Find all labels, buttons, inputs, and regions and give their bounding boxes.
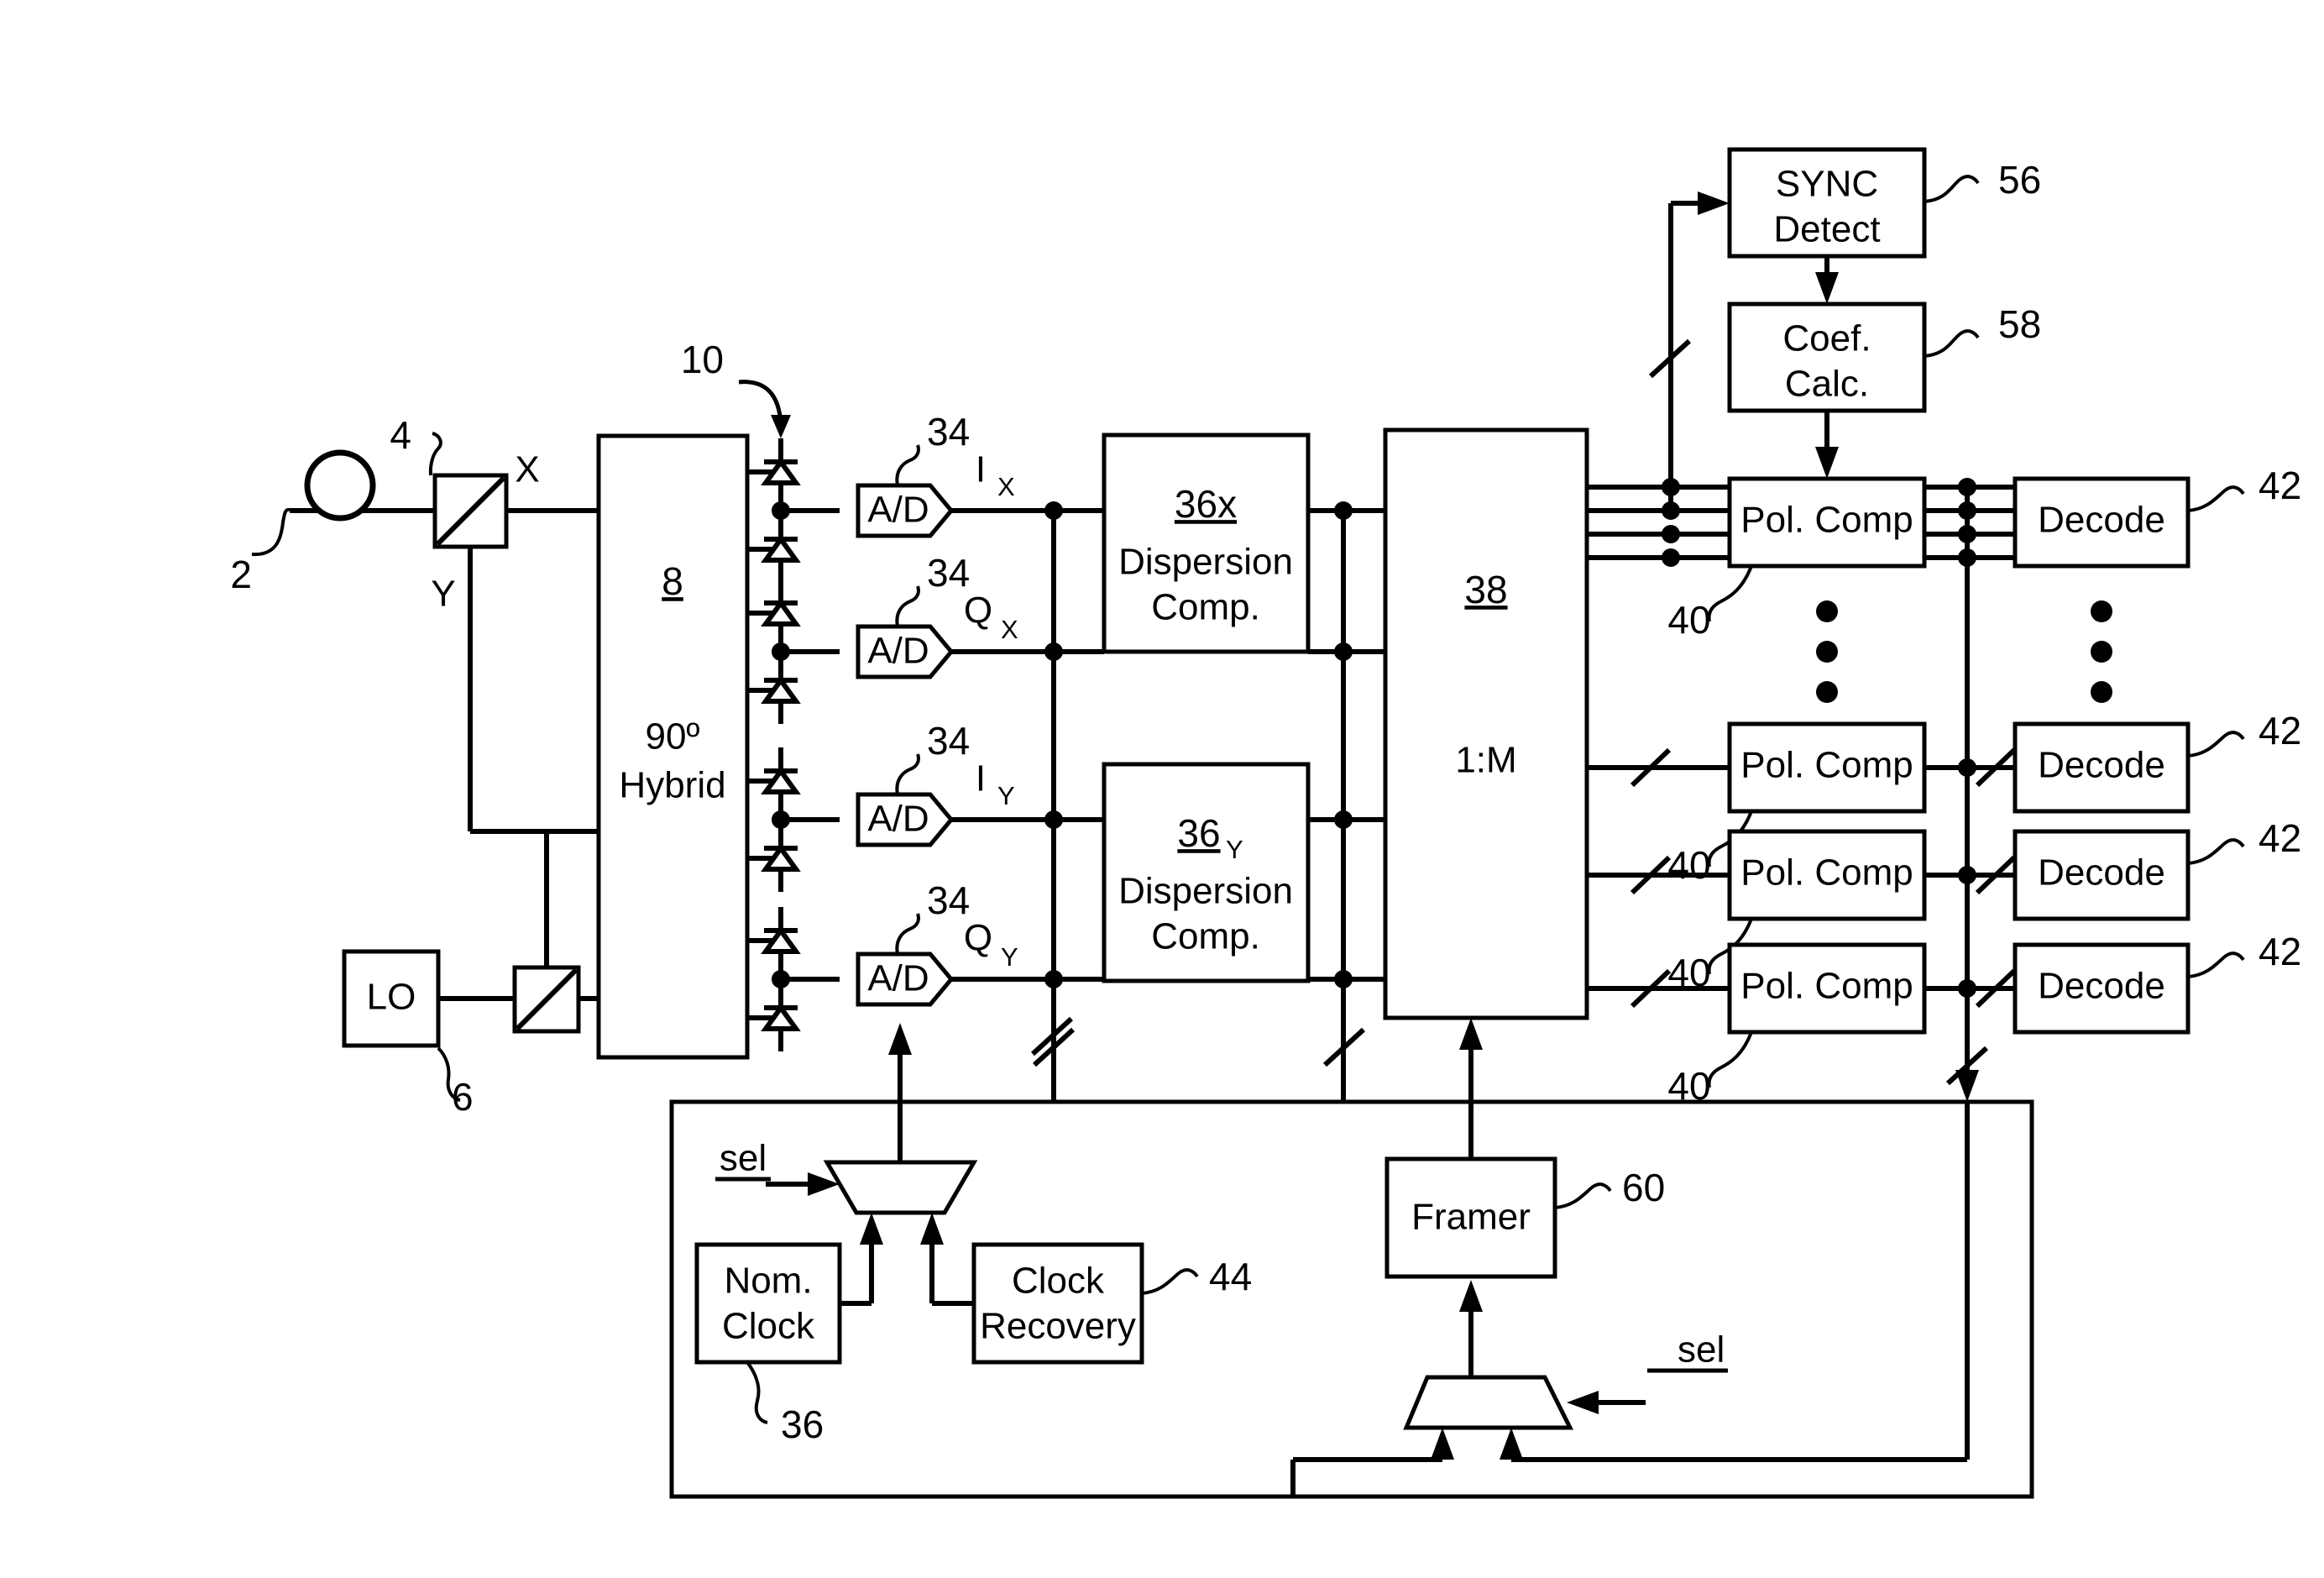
signal-label-qy: Q — [964, 918, 992, 959]
ref-numeral-decode-4: 42 — [2259, 930, 2301, 973]
decode-label-3: Decode — [2038, 852, 2165, 894]
clock-mux-sel-label: sel — [720, 1138, 767, 1179]
ref-numeral-pbs: 4 — [390, 413, 411, 457]
ref-numeral-sync-detect: 56 — [1998, 158, 2041, 202]
ref-numeral-dispersion-x: 36x — [1175, 482, 1237, 526]
sync-detect-label-line1: SYNC — [1776, 164, 1878, 205]
adc-label-2: A/D — [867, 631, 929, 672]
polcomp-label-4: Pol. Comp — [1740, 966, 1913, 1007]
decode-label-1: Decode — [2038, 500, 2165, 541]
nominal-clock-label-line2: Clock — [722, 1306, 815, 1347]
signal-label-iy-sub: Y — [997, 781, 1015, 810]
ellipsis-decode — [2091, 600, 2112, 703]
dispersion-y-label-line2: Comp. — [1151, 916, 1260, 957]
demux-label: 1:M — [1455, 740, 1516, 781]
signal-label-qx-sub: X — [1001, 615, 1018, 644]
lo-label: LO — [367, 977, 416, 1018]
decode-label-4: Decode — [2038, 966, 2165, 1007]
clock-recovery-label-line2: Recovery — [980, 1306, 1136, 1347]
polcomp-label-2: Pol. Comp — [1740, 745, 1913, 786]
adc-label-1: A/D — [867, 490, 929, 531]
decode-label-2: Decode — [2038, 745, 2165, 786]
signal-label-qy-sub: Y — [1001, 942, 1018, 972]
clock-recovery-label-line1: Clock — [1012, 1261, 1105, 1302]
ref-numeral-photodiode-array: 10 — [681, 338, 724, 381]
ref-numeral-lo: 6 — [452, 1075, 474, 1119]
ref-numeral-dispersion-y-sub: Y — [1226, 835, 1243, 864]
ref-numeral-polcomp-4: 40 — [1667, 1064, 1710, 1108]
ref-numeral-framer: 60 — [1622, 1166, 1665, 1209]
hybrid-label-line2: Hybrid — [619, 765, 725, 806]
signal-label-y: Y — [431, 574, 455, 615]
ref-numeral-dispersion-y: 36 — [1177, 811, 1220, 855]
dispersion-y-label-line1: Dispersion — [1118, 871, 1293, 912]
ref-numeral-adc-1: 34 — [927, 410, 970, 453]
adc-label-4: A/D — [867, 958, 929, 999]
ref-numeral-decode-1: 42 — [2259, 464, 2301, 507]
ref-numeral-hybrid: 8 — [662, 559, 683, 603]
sync-detect-label-line2: Detect — [1773, 209, 1880, 250]
polcomp-label-1: Pol. Comp — [1740, 500, 1913, 541]
ref-numeral-decode-3: 42 — [2259, 816, 2301, 860]
ref-numeral-clock-recovery: 44 — [1209, 1255, 1252, 1298]
ref-numeral-demux: 38 — [1464, 568, 1507, 611]
ref-numeral-adc-4: 34 — [927, 878, 970, 922]
ref-numeral-coef-calc: 58 — [1998, 302, 2041, 346]
ellipsis-polcomp — [1816, 600, 1838, 703]
polcomp-label-3: Pol. Comp — [1740, 852, 1913, 894]
ref-numeral-nominal-clock: 36 — [781, 1402, 824, 1446]
ref-numeral-decode-2: 42 — [2259, 709, 2301, 752]
hybrid-label-line1: 90º — [645, 716, 699, 758]
coef-calc-label-line2: Calc. — [1785, 364, 1869, 405]
signal-label-iy: I — [976, 758, 986, 799]
ref-numeral-polcomp-1: 40 — [1667, 598, 1710, 642]
ref-numeral-polcomp-3: 40 — [1667, 951, 1710, 994]
framer-label: Framer — [1411, 1197, 1531, 1238]
nominal-clock-label-line1: Nom. — [724, 1261, 812, 1302]
signal-label-ix: I — [976, 449, 986, 490]
signal-label-qx: Q — [964, 590, 992, 632]
figure-canvas: 2 4 6 LO X Y 8 90º Hybrid 10 A/D A/D A/D… — [0, 0, 2324, 1578]
signal-label-x: X — [515, 449, 539, 490]
ref-numeral-adc-2: 34 — [927, 551, 970, 595]
adc-label-3: A/D — [867, 799, 929, 840]
ref-numeral-polcomp-2: 40 — [1667, 843, 1710, 887]
signal-label-ix-sub: X — [997, 472, 1015, 501]
ref-numeral-fiber: 2 — [230, 553, 252, 596]
framer-mux-sel-label: sel — [1678, 1329, 1725, 1371]
coef-calc-label-line1: Coef. — [1782, 318, 1871, 359]
ref-numeral-adc-3: 34 — [927, 719, 970, 763]
dispersion-x-label-line2: Comp. — [1151, 587, 1260, 628]
dispersion-x-label-line1: Dispersion — [1118, 542, 1293, 583]
